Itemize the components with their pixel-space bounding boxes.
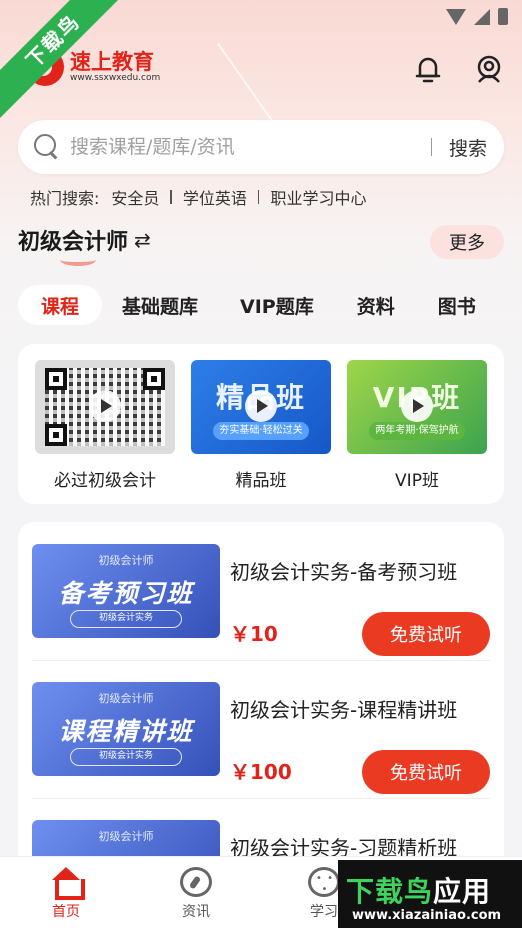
- course-thumbnail: 初级会计师 课程精讲班 初级会计实务: [32, 682, 220, 776]
- banner-subtitle: 两年考期·保驾护航: [369, 422, 465, 440]
- thumb-pill: 初级会计实务: [70, 610, 182, 628]
- thumb-tag: 初级会计师: [98, 830, 154, 843]
- play-icon: [401, 390, 433, 422]
- promo-item[interactable]: VIP班 两年考期·保驾护航 VIP班: [347, 360, 487, 491]
- tab-books[interactable]: 图书: [438, 285, 476, 325]
- thumb-title: 备考预习班: [58, 579, 194, 608]
- course-item[interactable]: 初级会计师 备考预习班 初级会计实务 初级会计实务-备考预习班 ￥10 免费试听: [32, 536, 490, 656]
- category-tabs: 课程 基础题库 VIP题库 资料 图书: [18, 284, 504, 326]
- tab-label: 资讯: [182, 904, 210, 920]
- tab-basic-questions[interactable]: 基础题库: [122, 285, 198, 325]
- course-price: ￥100: [230, 760, 292, 784]
- promo-label: VIP班: [395, 471, 439, 491]
- more-button[interactable]: 更多: [430, 225, 504, 259]
- hot-search-item[interactable]: 职业学习中心: [270, 185, 366, 209]
- hot-search-label: 热门搜索:: [30, 189, 100, 208]
- exam-title: 初级会计师: [18, 230, 129, 255]
- signal-icon: [474, 8, 490, 25]
- thumb-tag: 初级会计师: [98, 554, 154, 567]
- tab-courses[interactable]: 课程: [18, 285, 102, 325]
- search-icon: [34, 134, 60, 160]
- search-button[interactable]: 搜索: [432, 134, 504, 161]
- promo-section: 必过初级会计 精品班 夯实基础·轻松过关 精品班 VIP班 两年考期·保驾护航 …: [18, 344, 504, 504]
- promo-label: 精品班: [235, 471, 287, 491]
- watermark-banner: 下载鸟应用 www.xiazainiao.com: [338, 860, 522, 928]
- title-underline: [60, 254, 96, 266]
- chat-icon: [308, 867, 340, 897]
- watermark-title-white: 应用: [433, 875, 492, 908]
- home-icon: [50, 867, 85, 900]
- exam-selector[interactable]: 初级会计师 ⇄: [18, 224, 151, 256]
- promo-item[interactable]: 精品班 夯实基础·轻松过关 精品班: [191, 360, 331, 491]
- course-item[interactable]: 初级会计师 课程精讲班 初级会计实务 初级会计实务-课程精讲班 ￥100 免费试…: [32, 674, 490, 794]
- wifi-icon: [446, 8, 466, 25]
- tab-news[interactable]: 资讯: [166, 867, 226, 921]
- battery-icon: [498, 8, 508, 25]
- play-icon: [89, 390, 121, 422]
- free-trial-button[interactable]: 免费试听: [362, 750, 490, 794]
- notification-bell-icon[interactable]: [414, 54, 442, 84]
- thumb-title: 课程精讲班: [58, 717, 194, 746]
- watermark-url: www.xiazainiao.com: [352, 908, 502, 923]
- tab-materials[interactable]: 资料: [357, 285, 395, 325]
- hot-search-item[interactable]: 安全员: [111, 185, 159, 209]
- course-title: 初级会计实务-课程精讲班: [230, 698, 458, 722]
- tab-home[interactable]: 首页: [36, 867, 96, 921]
- thumb-pill: 初级会计实务: [70, 748, 182, 766]
- hot-search-item[interactable]: 学位英语: [183, 185, 247, 209]
- compass-icon: [180, 867, 212, 897]
- swap-icon: ⇄: [134, 228, 151, 252]
- course-thumbnail: 初级会计师 备考预习班 初级会计实务: [32, 544, 220, 638]
- course-title: 初级会计实务-备考预习班: [230, 560, 458, 584]
- qr-code-thumbnail: [35, 360, 175, 454]
- promo-label: 必过初级会计: [54, 471, 156, 491]
- hot-search: 热门搜索: 安全员 学位英语 职业学习中心: [30, 186, 366, 208]
- tab-label: 首页: [52, 904, 80, 920]
- free-trial-button[interactable]: 免费试听: [362, 612, 490, 656]
- thumb-tag: 初级会计师: [98, 692, 154, 705]
- promo-item[interactable]: 必过初级会计: [35, 360, 175, 491]
- play-icon: [245, 390, 277, 422]
- divider: [32, 660, 490, 661]
- divider: [170, 190, 172, 204]
- user-profile-icon[interactable]: [474, 54, 504, 84]
- divider: [257, 190, 260, 204]
- watermark-title-green: 下载鸟: [346, 875, 434, 908]
- course-price: ￥10: [230, 622, 278, 646]
- promo-thumbnail: VIP班 两年考期·保驾护航: [347, 360, 487, 454]
- brand-url: www.ssxwxedu.com: [70, 73, 161, 83]
- brand-name: 速上教育: [70, 50, 154, 74]
- tab-vip-questions[interactable]: VIP题库: [240, 285, 314, 325]
- divider: [32, 798, 490, 799]
- search-input[interactable]: [70, 136, 431, 158]
- banner-subtitle: 夯实基础·轻松过关: [213, 422, 309, 440]
- search-bar: 搜索: [18, 120, 504, 174]
- promo-thumbnail: 精品班 夯实基础·轻松过关: [191, 360, 331, 454]
